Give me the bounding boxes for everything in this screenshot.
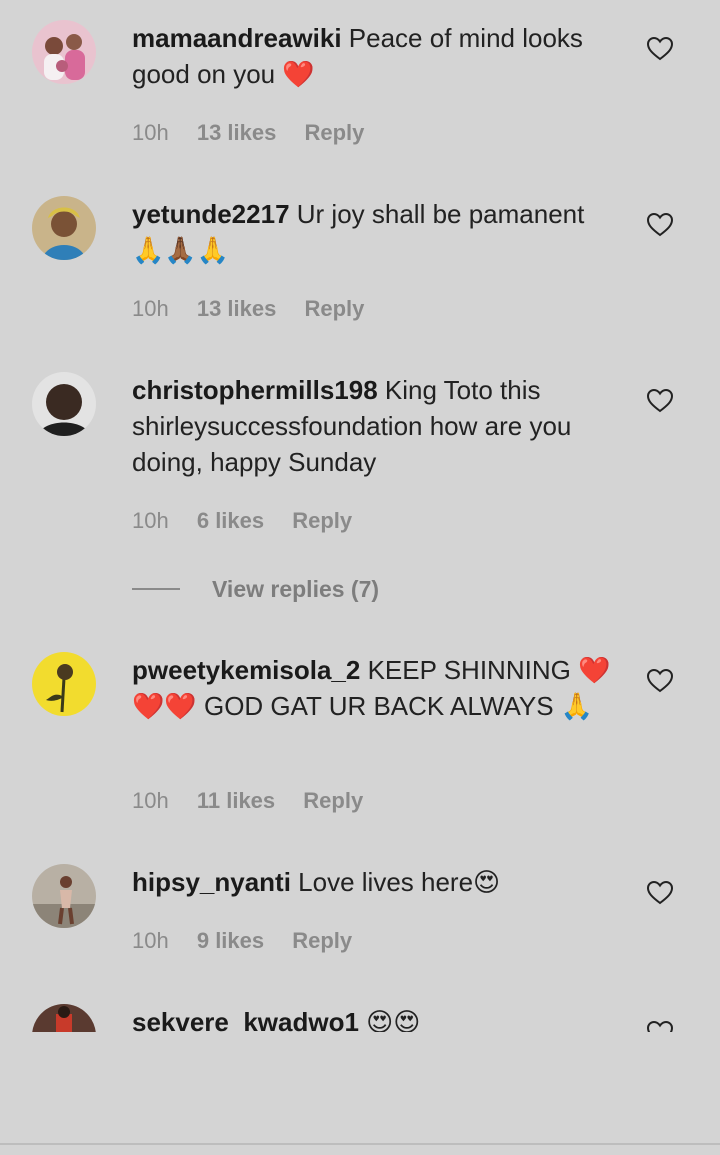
comment-username[interactable]: sekvere_kwadwo1	[132, 1007, 359, 1032]
avatar[interactable]	[32, 1004, 96, 1032]
comment-time: 10h	[132, 296, 169, 321]
avatar[interactable]	[32, 372, 96, 436]
heart-outline-icon[interactable]	[646, 388, 674, 414]
comment-username[interactable]: mamaandreawiki	[132, 23, 342, 53]
heart-outline-icon[interactable]	[646, 212, 674, 238]
comment-time: 10h	[132, 120, 169, 145]
reply-button[interactable]: Reply	[303, 788, 363, 813]
comment-time: 10h	[132, 928, 169, 953]
reply-button[interactable]: Reply	[292, 928, 352, 953]
comment-text: Love lives here😍	[298, 867, 501, 897]
comment-time: 10h	[132, 788, 169, 813]
reply-button[interactable]: Reply	[292, 508, 352, 533]
avatar[interactable]	[32, 20, 96, 84]
view-replies-button[interactable]: View replies (7)	[132, 572, 379, 606]
comment-username[interactable]: yetunde2217	[132, 199, 290, 229]
heart-outline-icon[interactable]	[646, 880, 674, 906]
comments-list: mamaandreawiki Peace of mind looks good …	[0, 0, 720, 1032]
likes-count[interactable]: 13 likes	[197, 296, 277, 321]
avatar[interactable]	[32, 196, 96, 260]
heart-outline-icon[interactable]	[646, 1020, 674, 1032]
likes-count[interactable]: 11 likes	[197, 788, 275, 813]
divider	[0, 1143, 720, 1145]
comment-username[interactable]: hipsy_nyanti	[132, 867, 291, 897]
avatar[interactable]	[32, 864, 96, 928]
likes-count[interactable]: 6 likes	[197, 508, 264, 533]
divider	[132, 587, 180, 590]
heart-outline-icon[interactable]	[646, 668, 674, 694]
reply-button[interactable]: Reply	[304, 296, 364, 321]
heart-outline-icon[interactable]	[646, 36, 674, 62]
comment-username[interactable]: pweetykemisola_2	[132, 655, 360, 685]
likes-count[interactable]: 13 likes	[197, 120, 277, 145]
likes-count[interactable]: 9 likes	[197, 928, 264, 953]
avatar[interactable]	[32, 652, 96, 716]
view-replies-label: View replies (7)	[212, 576, 380, 602]
comment-text: 😍😍	[366, 1007, 421, 1032]
reply-button[interactable]: Reply	[304, 120, 364, 145]
comment-username[interactable]: christophermills198	[132, 375, 378, 405]
comment-time: 10h	[132, 508, 169, 533]
